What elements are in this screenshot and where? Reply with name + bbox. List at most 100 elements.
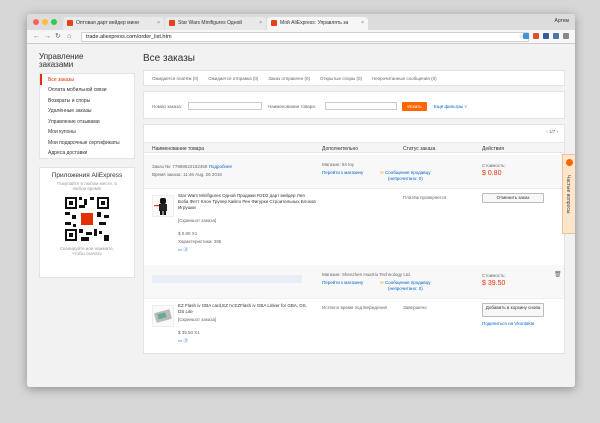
order-snapshot-link[interactable]: [Скриншот заказа] xyxy=(178,317,216,323)
status-tabs: Ожидается платёж (0) Ожидается отправка … xyxy=(143,70,565,86)
sidebar-item-all-orders[interactable]: Все заказы xyxy=(40,74,134,85)
profile-name[interactable]: Артем xyxy=(555,18,569,24)
product-extra-icons[interactable]: ▭ ⓓ xyxy=(178,247,188,253)
aliexpress-favicon-icon xyxy=(169,20,175,26)
faq-tab-label: Частые вопросы xyxy=(565,175,571,214)
tab-shipped[interactable]: Заказ отправлен (0) xyxy=(268,76,310,81)
address-bar: ← → ↻ ⌂ trade.aliexpress.com/order_list.… xyxy=(27,30,575,44)
share-vkontakte-link[interactable]: Поделиться на Vkontakte xyxy=(482,321,534,327)
product-title[interactable]: Star Wars Minifigures Одной Продажи R2D2… xyxy=(178,193,316,210)
tab-unread-messages[interactable]: Непрочитанные сообщения (0) xyxy=(372,76,437,81)
url-field[interactable]: trade.aliexpress.com/order_list.htm ☆ xyxy=(81,32,529,42)
message-icon: ✉ xyxy=(380,280,384,285)
sidebar-item-gift-cards[interactable]: Мои подарочные сертификаты xyxy=(40,137,134,148)
faq-tab[interactable]: Частые вопросы xyxy=(562,154,575,234)
order-header: Заказ №: 77889522162459 Подробнее Время … xyxy=(144,155,564,189)
tab-awaiting-shipment[interactable]: Ожидается отправка (0) xyxy=(208,76,258,81)
sidebar-item-mobile-payment[interactable]: Оплата мобильной связи xyxy=(40,85,134,96)
sidebar-item-deleted-orders[interactable]: Удалённые заказы xyxy=(40,106,134,117)
sidebar-item-disputes[interactable]: Возвраты и споры xyxy=(40,95,134,106)
forward-icon[interactable]: → xyxy=(44,33,51,41)
browser-window: Оптовая дарт вейдер мини × Star Wars Min… xyxy=(27,14,575,387)
page-title: Все заказы xyxy=(143,53,195,64)
sidebar-item-feedback[interactable]: Управление отзывами xyxy=(40,116,134,127)
product-title[interactable]: EZ Flash iv GBA card,EZ IV,EZFlash iv GB… xyxy=(178,303,310,315)
home-icon[interactable]: ⌂ xyxy=(67,33,71,41)
unread-count: (непрочитано: 0) xyxy=(388,176,423,181)
close-tab-icon[interactable]: × xyxy=(259,20,262,26)
qr-code[interactable] xyxy=(63,195,111,243)
cancel-order-button[interactable]: Отменить заказ xyxy=(482,193,544,203)
extension-icon[interactable] xyxy=(523,33,529,39)
product-price: $ 0.80 X1 xyxy=(178,231,198,236)
apps-subtitle: Покупайте в любом месте, в любое время! xyxy=(57,181,117,191)
order-status: Платёж проверяется xyxy=(403,195,447,200)
apps-promo: Приложения AliExpress Покупайте в любом … xyxy=(39,167,135,278)
sidebar-item-coupons[interactable]: Мои купоны xyxy=(40,127,134,138)
more-filters-link[interactable]: Ещё фильтры ˅ xyxy=(434,104,467,109)
tab-open-disputes[interactable]: Открытые споры (0) xyxy=(320,76,362,81)
close-window-button[interactable] xyxy=(33,19,39,25)
order-snapshot-link[interactable]: [Скриншот заказа] xyxy=(178,218,216,224)
menu-icon[interactable] xyxy=(563,33,569,39)
sidebar: Управление заказами Все заказы Оплата мо… xyxy=(39,53,135,278)
qr-code-icon xyxy=(63,195,111,243)
search-button[interactable]: Искать xyxy=(402,102,427,111)
sidebar-menu: Все заказы Оплата мобильной связи Возвра… xyxy=(39,73,135,159)
help-bubble-icon xyxy=(566,159,573,166)
order-number-input[interactable] xyxy=(188,102,262,110)
header-action: Действия xyxy=(482,146,504,152)
header-extra: Дополнительно xyxy=(322,146,358,152)
close-tab-icon[interactable]: × xyxy=(157,20,160,26)
main-content: Все заказы Ожидается платёж (0) Ожидаетс… xyxy=(143,53,565,354)
close-tab-icon[interactable]: × xyxy=(361,20,364,26)
product-name-label: Наименование товара: xyxy=(268,104,317,109)
product-name-input[interactable] xyxy=(325,102,397,110)
orders-table: ‹ 1/7 › Наименование товара Дополнительн… xyxy=(143,124,565,354)
product-properties: Характеристики: 385 xyxy=(178,239,222,244)
extension-icon[interactable] xyxy=(543,33,549,39)
order-cost: $ 39.50 xyxy=(482,280,506,287)
cost-label: Стоимость: xyxy=(482,273,506,278)
order-number xyxy=(152,275,302,283)
order-header: Магазин: Shenzhen HuaXiu Technology Ltd.… xyxy=(144,265,564,299)
order-number-label: Номер заказа: xyxy=(152,104,183,109)
browser-tab-2[interactable]: Star Wars Minifigures Одной × xyxy=(165,17,266,30)
pagination[interactable]: ‹ 1/7 › xyxy=(546,129,558,134)
goto-shop-link[interactable]: Перейти к магазину xyxy=(322,280,363,286)
gba-flash-card-icon xyxy=(154,309,172,323)
aliexpress-favicon-icon xyxy=(271,20,277,26)
extra-status: Истекло время подтверждения xyxy=(322,305,388,310)
browser-tab-3[interactable]: Мой AliExpress: Управлять за × xyxy=(267,17,368,30)
darth-vader-figure-icon xyxy=(154,198,167,215)
page-content: Управление заказами Все заказы Оплата мо… xyxy=(27,44,575,387)
goto-shop-link[interactable]: Перейти к магазину xyxy=(322,170,363,176)
trash-icon[interactable]: 🗑 xyxy=(554,272,562,278)
back-icon[interactable]: ← xyxy=(33,33,40,41)
extension-icon[interactable] xyxy=(553,33,559,39)
cost-label: Стоимость: xyxy=(482,163,506,168)
product-image[interactable] xyxy=(152,305,174,327)
sidebar-item-addresses[interactable]: Адреса доставки xyxy=(40,148,134,159)
product-image[interactable] xyxy=(152,195,174,217)
tab-awaiting-payment[interactable]: Ожидается платёж (0) xyxy=(152,76,198,81)
order-filter: Номер заказа: Наименование товара: Искат… xyxy=(143,91,565,119)
extension-icon[interactable] xyxy=(533,33,539,39)
order-time: Время заказа: 11:46 Aug. 26 2016 xyxy=(152,172,222,177)
aliexpress-favicon-icon xyxy=(67,20,73,26)
product-extra-icons[interactable]: ▭ ⓓ xyxy=(178,338,188,344)
browser-tab-1[interactable]: Оптовая дарт вейдер мини × xyxy=(63,17,164,30)
header-status: Статус заказа xyxy=(403,146,436,152)
minimize-window-button[interactable] xyxy=(42,19,48,25)
apps-title: Приложения AliExpress xyxy=(51,172,123,179)
add-to-cart-again-button[interactable]: Добавить в корзину снова xyxy=(482,303,544,317)
maximize-window-button[interactable] xyxy=(51,19,57,25)
header-product: Наименование товара xyxy=(152,146,205,152)
apps-caption: Сканируйте или нажмите, чтобы скачать xyxy=(59,246,115,256)
table-header: Наименование товара Дополнительно Статус… xyxy=(144,142,564,153)
reload-icon[interactable]: ↻ xyxy=(55,33,61,41)
message-icon: ✉ xyxy=(380,170,384,175)
product-price: $ 39.50 X1 xyxy=(178,330,200,335)
order-details-link[interactable]: Подробнее xyxy=(209,164,232,169)
shop-name: Магазин: Shenzhen HuaXiu Technology Ltd. xyxy=(322,272,411,277)
